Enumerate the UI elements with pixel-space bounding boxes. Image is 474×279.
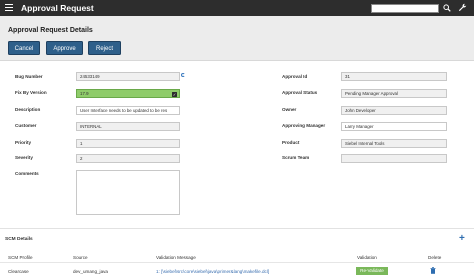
description-label: Description: [15, 107, 41, 112]
table-header-divider: [0, 262, 474, 263]
approval-status-field[interactable]: Pending Manager Approval: [341, 89, 447, 98]
cancel-button[interactable]: Cancel: [8, 41, 40, 55]
fix-by-version-label: Fix By Version: [15, 90, 47, 95]
column-header-validation-message: Validation Message: [156, 255, 196, 260]
column-header-validation: Validation: [357, 255, 377, 260]
approval-status-label: Approval Status: [282, 90, 318, 95]
checkmark-icon: ✓: [172, 91, 177, 97]
severity-label: Severity: [15, 155, 33, 160]
validation-message-link[interactable]: 1: [\siebel\src\core\siebel\java\primer&…: [156, 269, 269, 274]
page-title: Approval Request Details: [8, 27, 93, 34]
fix-by-version-value: 17.9: [80, 91, 89, 96]
product-label: Product: [282, 140, 300, 145]
menu-icon[interactable]: [5, 4, 13, 12]
bug-number-label: Bug Number: [15, 74, 43, 79]
severity-field[interactable]: 2: [76, 154, 180, 163]
page-header: Approval Request Details Cancel Approve …: [0, 16, 474, 61]
scm-details-title: SCM Details: [5, 237, 33, 242]
column-header-source: Source: [73, 255, 88, 260]
approving-manager-field[interactable]: Larry Manager: [341, 122, 447, 131]
approval-id-label: Approval Id: [282, 74, 308, 79]
priority-field[interactable]: 1: [76, 139, 180, 148]
approve-button[interactable]: Approve: [46, 41, 83, 55]
owner-field[interactable]: John Developer: [341, 106, 447, 115]
trash-icon[interactable]: [430, 267, 436, 274]
priority-label: Priority: [15, 140, 32, 145]
comments-textarea[interactable]: [76, 170, 180, 215]
approving-manager-label: Approving Manager: [282, 123, 326, 128]
bug-number-field[interactable]: 24533149: [76, 72, 180, 81]
fix-by-version-field[interactable]: 17.9 ✓: [76, 89, 180, 98]
top-bar: Approval Request: [0, 0, 474, 16]
wrench-icon[interactable]: [458, 3, 467, 12]
customer-label: Customer: [15, 123, 37, 128]
product-field[interactable]: Siebel Internal Tools: [341, 139, 447, 148]
re-validate-button[interactable]: Re-Validate: [356, 267, 388, 275]
source-cell: dev_umang_java: [73, 269, 108, 274]
comments-label: Comments: [15, 171, 39, 176]
customer-field[interactable]: INTERNAL: [76, 122, 180, 131]
refresh-icon[interactable]: [181, 73, 185, 77]
owner-label: Owner: [282, 107, 297, 112]
search-icon[interactable]: [443, 4, 451, 12]
approval-id-field[interactable]: 31: [341, 72, 447, 81]
add-icon[interactable]: +: [459, 234, 465, 244]
app-title: Approval Request: [21, 3, 94, 13]
column-header-delete: Delete: [428, 255, 442, 260]
reject-button[interactable]: Reject: [88, 41, 121, 55]
description-field[interactable]: User Interface needs to be updated to be…: [76, 106, 180, 115]
search-input[interactable]: [371, 4, 439, 13]
column-header-scm-profile: SCM Profile: [8, 255, 33, 260]
scm-profile-cell: Clearcase: [8, 269, 29, 274]
section-divider: [0, 228, 474, 229]
scrum-team-field[interactable]: [341, 154, 447, 163]
scrum-team-label: Scrum Team: [282, 155, 310, 160]
